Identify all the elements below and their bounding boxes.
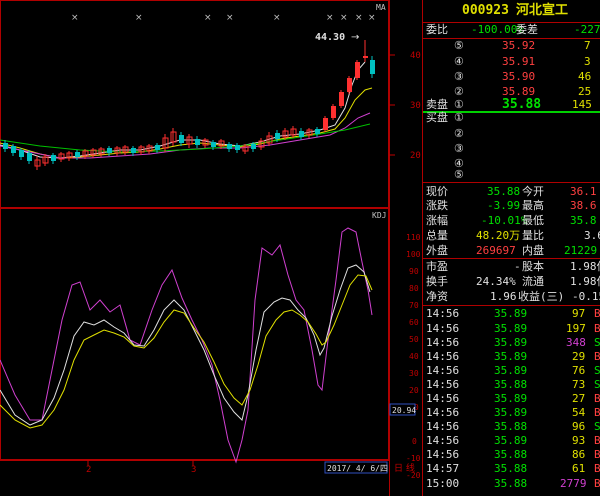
kdj-y-tick: 110	[406, 233, 421, 242]
event-marker: ×	[355, 13, 363, 23]
kdj-y-tick: 20	[409, 386, 419, 395]
kdj-y-tick: -10	[406, 454, 421, 463]
buy-level-row: ③	[454, 142, 464, 155]
kdj-y-tick: 80	[409, 284, 419, 293]
inner-volume: 21229	[564, 244, 598, 257]
kdj-y-tick: 40	[409, 352, 419, 361]
buy-label: 买盘	[426, 111, 448, 124]
event-marker: ×	[273, 13, 281, 23]
high-price: 38.6	[570, 199, 597, 212]
quote-panel: 000923 河北宣工 委比 -100.00% 委差 -227 ⑤ 35.92 …	[424, 0, 600, 496]
quote-row: 涨幅 -10.01% 最低 35.8	[426, 214, 597, 227]
sell-price: 35.91	[502, 55, 536, 68]
event-marker: ×	[135, 13, 143, 23]
stock-header: 000923 河北宣工	[424, 3, 600, 19]
change: -3.99	[487, 199, 521, 212]
stock-name: 河北宣工	[516, 3, 569, 18]
tick-row: 14:57 35.88 61 B	[426, 462, 600, 475]
kdj-current-value: 20.94	[392, 406, 416, 415]
buy-level-row: ⑤	[454, 168, 464, 181]
event-marker: ×	[340, 13, 348, 23]
event-marker: ×	[204, 13, 212, 23]
volume-ratio: 3.6	[584, 229, 600, 242]
kdj-y-tick: 30	[409, 369, 419, 378]
weicha-label: 委差	[516, 23, 538, 36]
quote-row: 外盘 269697 内盘 21229	[426, 244, 598, 257]
fundamental-row: 净资 1.96 收益(三) -0.15	[426, 290, 600, 303]
current-date: 2017/ 4/ 6/四	[327, 464, 388, 473]
quote-row: 总量 48.20万 量比 3.6	[424, 228, 600, 244]
sell-level-row: ③ 35.90 46	[454, 70, 592, 83]
kdj-y-tick: 50	[409, 335, 419, 344]
sell-level-row: ⑤ 35.92 7	[454, 39, 591, 52]
period-label[interactable]: 日 线	[394, 462, 415, 474]
kdj-label: KDJ	[372, 211, 386, 220]
sell-price: 35.90	[502, 70, 536, 83]
stock-code: 000923	[462, 3, 509, 18]
sell-volume: 3	[584, 55, 591, 68]
weibi-label: 委比	[426, 23, 448, 36]
kdj-y-tick: 60	[409, 318, 419, 327]
main-y-tick: 30	[410, 101, 421, 111]
main-y-tick: 40	[410, 51, 421, 61]
fundamental-row: 换手 24.34% 流通 1.98亿	[426, 275, 600, 288]
event-marker: ×	[226, 13, 234, 23]
kdj-y-tick: 90	[409, 267, 419, 276]
kdj-y-tick: 70	[409, 301, 419, 310]
main-y-tick: 20	[410, 151, 421, 161]
kdj-y-tick: 0	[412, 437, 417, 446]
annotation-arrow: →	[351, 32, 359, 43]
high-price-annotation: 44.30	[315, 32, 345, 43]
weicha-value: -227	[574, 23, 600, 36]
sell-volume: 7	[584, 39, 591, 52]
event-marker: ×	[368, 13, 376, 23]
x-tick-label: 3	[191, 465, 196, 475]
tick-row: 15:00 35.88 2779 B	[426, 477, 600, 490]
weibi-row: 委比 -100.00% 委差 -227	[424, 22, 600, 38]
sell-volume: 46	[578, 70, 592, 83]
buy-level-row: ②	[454, 127, 464, 140]
kdj-y-tick: 100	[406, 250, 421, 259]
x-tick-label: 2	[86, 465, 91, 475]
sell-price: 35.92	[502, 39, 536, 52]
low-price: 35.8	[570, 214, 597, 227]
outer-volume: 269697	[476, 244, 516, 257]
change-percent: -10.01%	[481, 214, 528, 227]
fundamental-row: 市盈 - 股本 1.98亿	[426, 260, 600, 273]
total-volume: 48.20万	[476, 229, 521, 242]
tick-row: 14:56 35.89 97 B	[426, 307, 600, 320]
buy-level-row: 买盘 ①	[426, 111, 464, 124]
event-marker: ×	[71, 13, 79, 23]
quote-row: 涨跌 -3.99 最高 38.6	[426, 199, 597, 212]
sell-level-row: ④ 35.91 3	[454, 55, 591, 68]
event-marker: ×	[326, 13, 334, 23]
main-chart-label: MA	[376, 3, 386, 12]
